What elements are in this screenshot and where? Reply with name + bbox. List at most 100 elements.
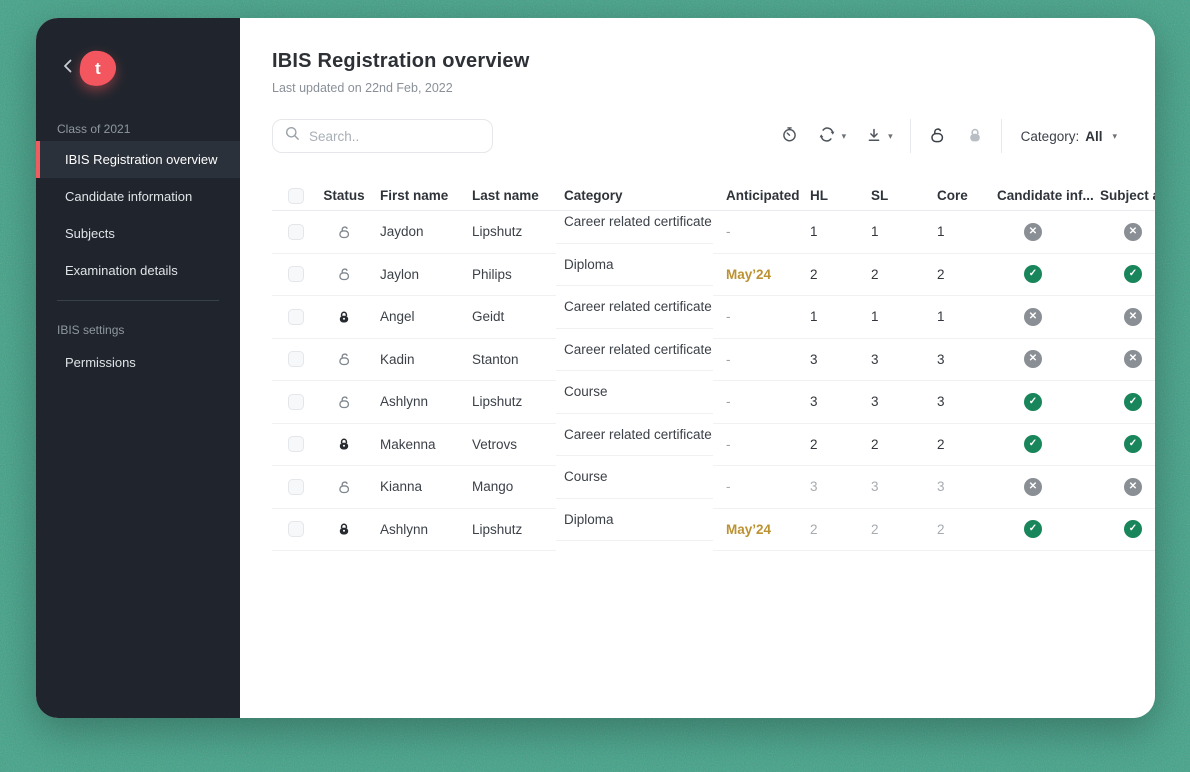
checkbox-cell [272, 254, 316, 296]
toolbar-divider [1000, 119, 1002, 153]
subject-approval-cell: ✓ [1089, 424, 1155, 466]
hl-cell: 3 [802, 339, 863, 381]
category-filter-label: Category: [1020, 128, 1080, 144]
row-checkbox[interactable] [288, 478, 304, 495]
category-cell[interactable]: Diploma [556, 498, 713, 552]
candidate-info-approved-badge: ✓ [1024, 392, 1042, 411]
candidate-info-cell: ✕ [989, 211, 1089, 254]
category-value: Course [556, 456, 713, 499]
category-filter-value: All [1085, 128, 1103, 144]
chevron-down-icon: ▾ [1112, 130, 1117, 141]
search-input[interactable] [309, 128, 469, 144]
table-row[interactable]: Jaydon Lipshutz Career related certificate… [272, 201, 1155, 254]
collapse-sidebar-button[interactable] [58, 59, 76, 78]
unlock-status-icon [336, 266, 352, 282]
page-title: IBIS Registration overview [272, 50, 530, 72]
subject-approval-cell: ✓ [1089, 509, 1155, 551]
subject-approval-approved-badge: ✓ [1124, 520, 1142, 539]
candidate-info-rejected-badge: ✕ [1024, 307, 1042, 326]
table-row[interactable]: Ashlynn Lipshutz Diploma May’24 2 2 2 ✓ ✓ [272, 498, 1155, 552]
row-checkbox[interactable] [288, 393, 304, 410]
hl-cell: 2 [802, 509, 863, 551]
category-value: Diploma [556, 243, 713, 286]
table-row[interactable]: Kadin Stanton Career related certificate - 3… [272, 328, 1155, 381]
checkbox-cell [272, 509, 316, 551]
table-body: Jaydon Lipshutz Career related certificate… [272, 201, 1155, 552]
column-header-hl: HL [802, 181, 863, 211]
table-row[interactable]: Makenna Vetrovs Career related certificate… [272, 413, 1155, 466]
column-header-last-name: Last name [464, 181, 556, 211]
lock-status-icon [336, 309, 352, 325]
subject-approval-cell: ✕ [1089, 296, 1155, 339]
table-row[interactable]: Angel Geidt Career related certificate -1 1 1… [272, 286, 1155, 339]
checkbox-cell [272, 381, 316, 424]
sl-cell: 3 [863, 381, 929, 424]
search-box[interactable] [272, 119, 493, 153]
timer-icon [781, 126, 798, 146]
download-button[interactable]: ▾ [866, 127, 893, 146]
first-name-cell: Makenna [372, 424, 464, 466]
status-cell [316, 296, 372, 339]
sl-cell: 3 [863, 466, 929, 509]
anticipated-cell: - [713, 296, 802, 339]
app-logo[interactable]: t [78, 49, 118, 88]
table-row[interactable]: Jaylon Philips Diploma May’24 2 2 2 ✓ ✓ [272, 243, 1155, 296]
category-filter[interactable]: Category: All ▾ [1021, 129, 1117, 144]
registrations-table: Status First name Last name Category Anticip… [272, 181, 1155, 551]
row-checkbox[interactable] [288, 436, 304, 453]
subject-approval-approved-badge: ✓ [1124, 435, 1142, 454]
unlock-button[interactable] [928, 126, 946, 147]
sidebar-header: t [58, 49, 240, 88]
sidebar-item-permissions[interactable]: Permissions [36, 344, 240, 381]
subject-approval-rejected-badge: ✕ [1124, 477, 1142, 496]
lock-button[interactable] [966, 126, 984, 147]
checkbox-cell [272, 211, 316, 254]
anticipated-cell: - [713, 211, 802, 254]
hl-cell: 2 [802, 254, 863, 296]
unlock-status-icon [336, 224, 352, 240]
category-value: Diploma [556, 498, 713, 541]
first-name-cell: Jaylon [372, 254, 464, 296]
sidebar-item-ibis-registration-overview[interactable]: IBIS Registration overview [36, 141, 240, 178]
header-select-all-cell[interactable] [272, 181, 316, 211]
row-checkbox[interactable] [288, 223, 304, 240]
status-cell [316, 211, 372, 254]
row-checkbox[interactable] [288, 308, 304, 325]
row-checkbox[interactable] [288, 521, 304, 538]
last-name-cell: Vetrovs [464, 424, 556, 466]
anticipated-value: - [726, 479, 731, 495]
sl-cell: 3 [863, 339, 929, 381]
toolbar: ▾ ▾ [272, 118, 1117, 154]
unlock-status-icon [336, 351, 352, 367]
hl-cell: 3 [802, 466, 863, 509]
sidebar-item-subjects[interactable]: Subjects [36, 215, 240, 252]
sidebar-item-candidate-information[interactable]: Candidate information [36, 178, 240, 215]
category-value: Career related certificate [556, 286, 713, 329]
anticipated-value: - [726, 224, 731, 240]
subject-approval-rejected-badge: ✕ [1124, 222, 1142, 241]
candidate-info-rejected-badge: ✕ [1024, 222, 1042, 241]
app-window: t Class of 2021 IBIS Registration overvie… [36, 18, 1155, 718]
row-checkbox[interactable] [288, 351, 304, 368]
sidebar-item-examination-details[interactable]: Examination details [36, 252, 240, 289]
lock-status-icon [336, 436, 352, 452]
hl-cell: 2 [802, 424, 863, 466]
column-header-status: Status [316, 181, 372, 211]
chevron-down-icon: ▾ [841, 130, 847, 141]
subject-approval-cell: ✓ [1089, 254, 1155, 296]
candidate-info-cell: ✓ [989, 424, 1089, 466]
timer-button[interactable] [781, 126, 798, 146]
sl-cell: 1 [863, 296, 929, 339]
table-row[interactable]: Ashlynn Lipshutz Course -3 3 3 ✓ ✓ [272, 371, 1155, 424]
subject-approval-cell: ✕ [1089, 211, 1155, 254]
hl-cell: 3 [802, 381, 863, 424]
main-content: IBIS Registration overview Last updated … [240, 18, 1155, 718]
table-row[interactable]: Kianna Mango Course -3 3 3 ✕ ✕ [272, 456, 1155, 509]
search-icon [285, 126, 300, 146]
checkbox-cell [272, 296, 316, 339]
select-all-checkbox[interactable] [288, 187, 304, 204]
category-value: Course [556, 371, 713, 414]
refresh-button[interactable]: ▾ [818, 126, 847, 146]
row-checkbox[interactable] [288, 266, 304, 283]
sidebar-section: Class of 2021 IBIS Registration overview C… [36, 122, 240, 289]
